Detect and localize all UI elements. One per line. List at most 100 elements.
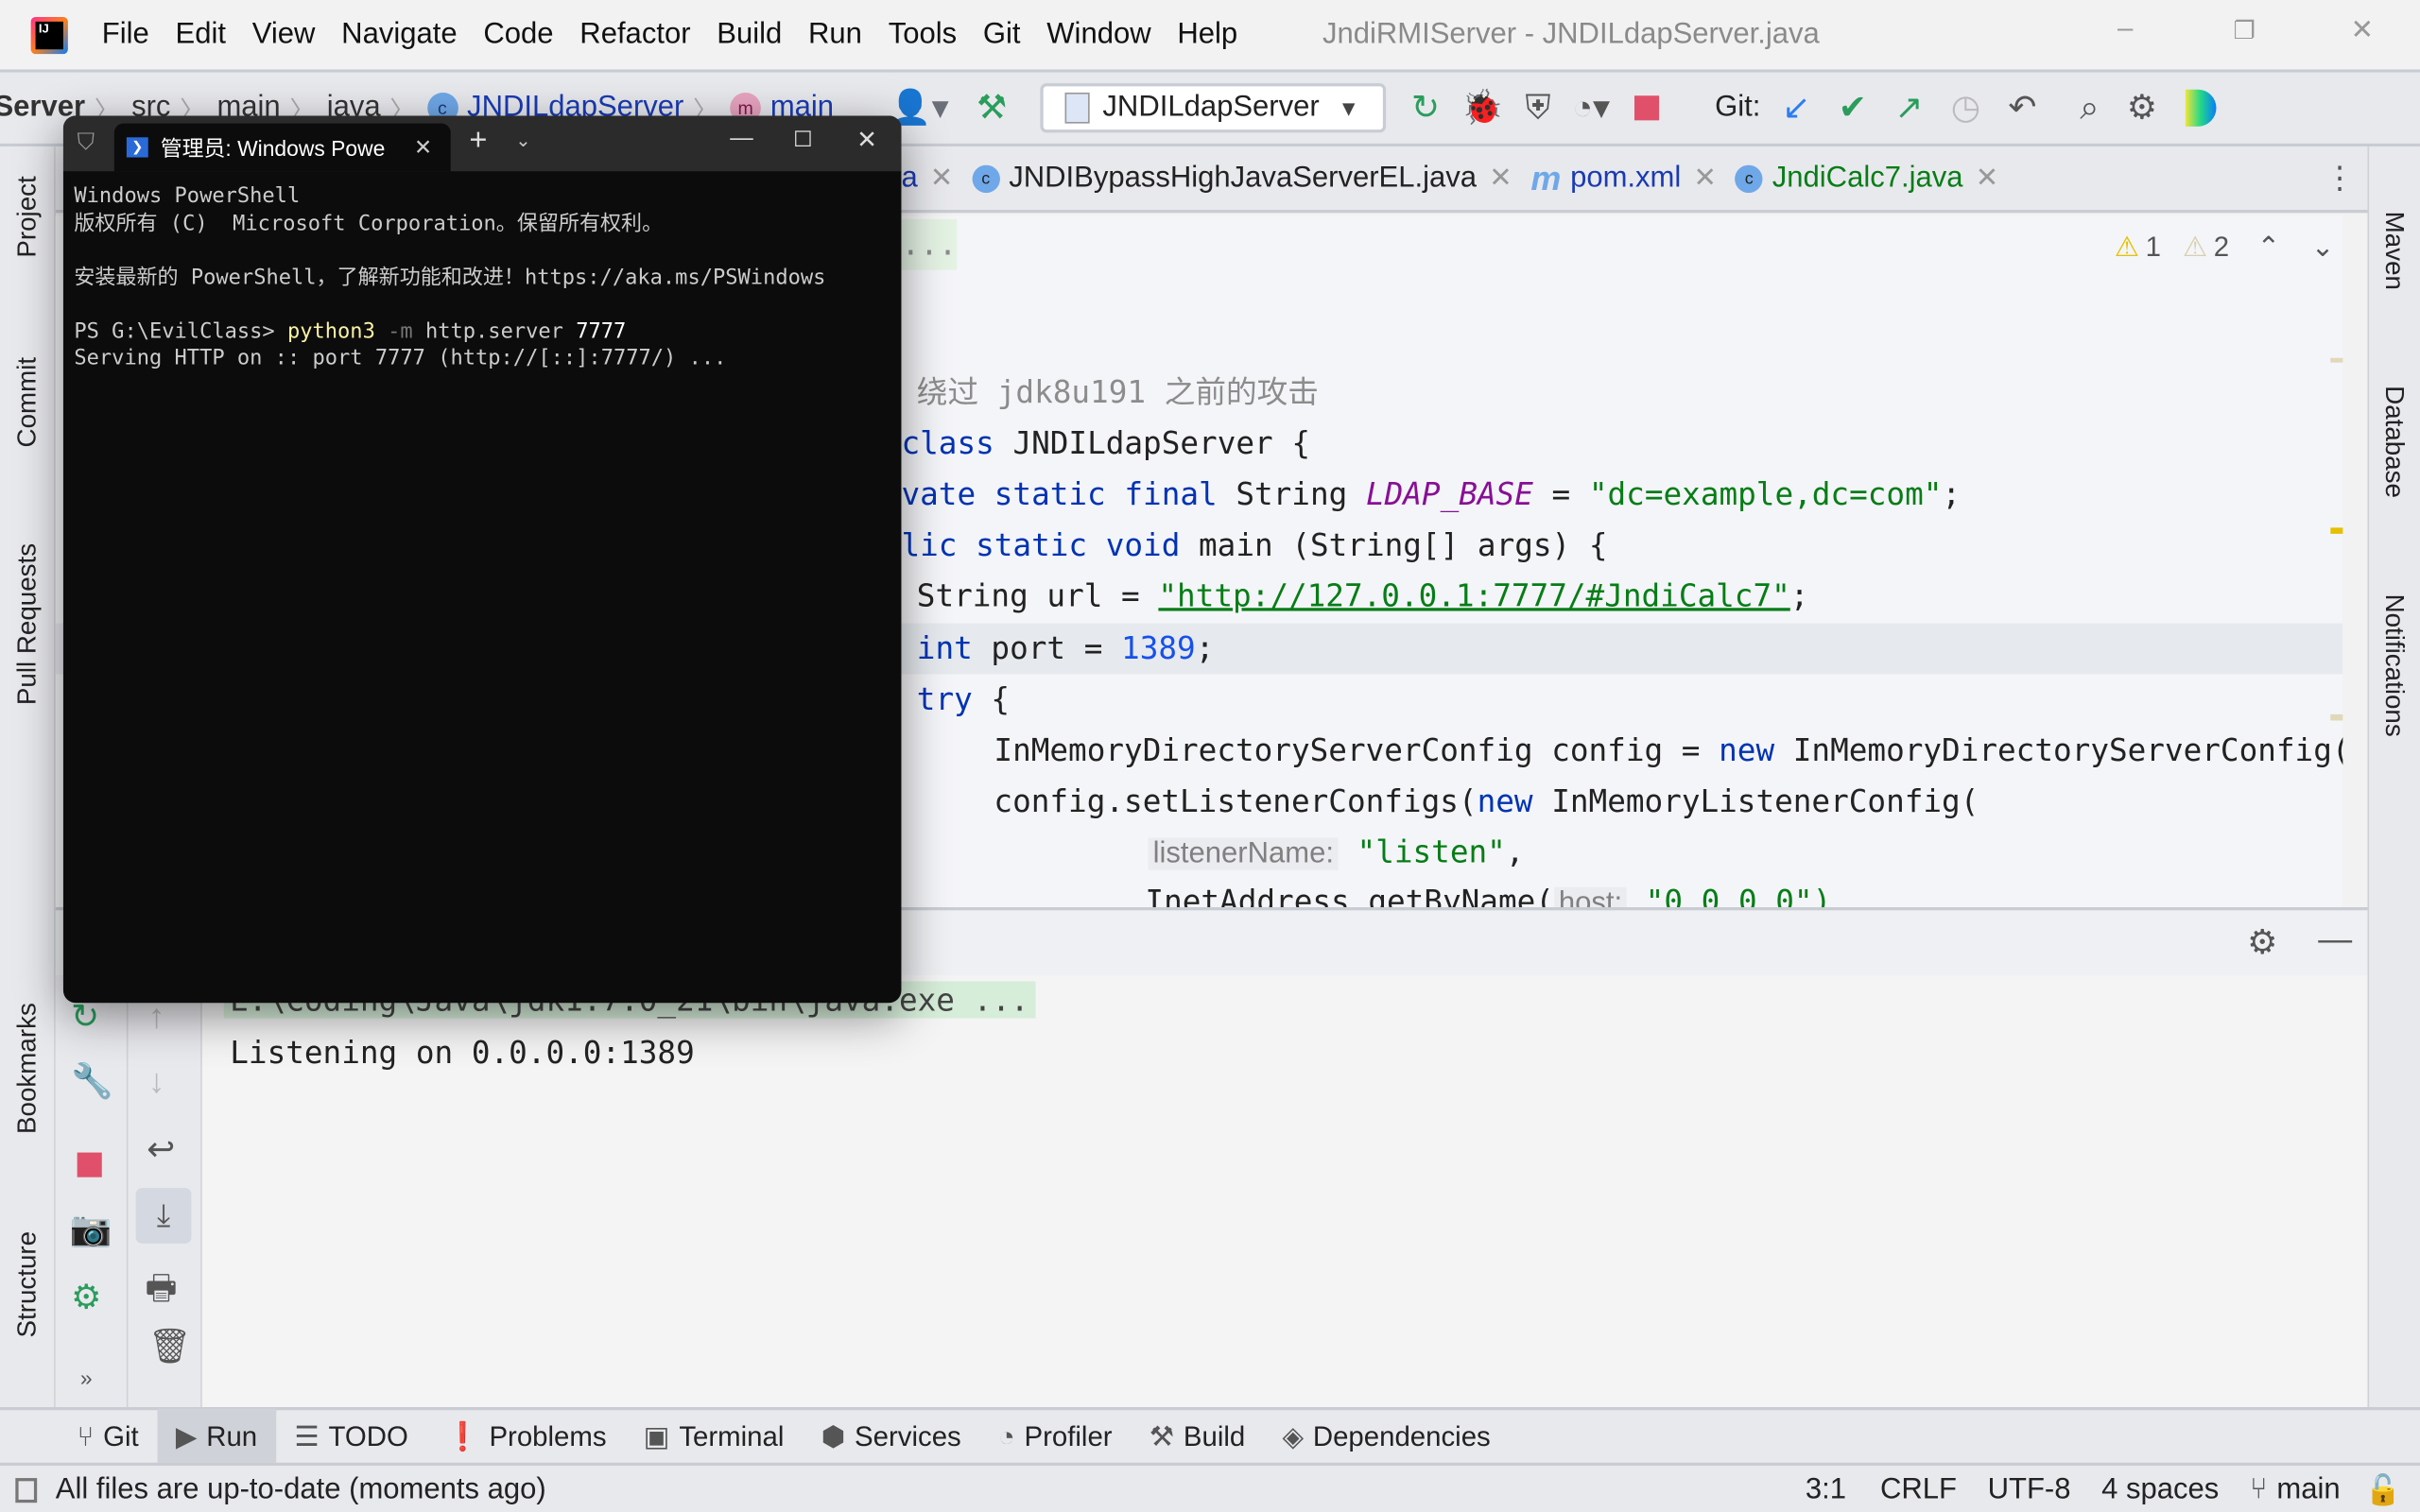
status-message[interactable]: All files are up-to-date (moments ago) xyxy=(56,1473,546,1507)
tab-terminal[interactable]: ▣ Terminal xyxy=(625,1409,803,1465)
search-icon[interactable]: ⌕ xyxy=(2080,88,2099,128)
caret-position[interactable]: 3:1 xyxy=(1806,1473,1846,1507)
prev-highlight-icon[interactable]: ⌃ xyxy=(2256,232,2280,264)
minimize-button[interactable]: – xyxy=(2118,12,2133,44)
profile-icon[interactable]: ◔▾ xyxy=(1572,88,1610,128)
git-update-icon[interactable]: ↙ xyxy=(1782,88,1810,128)
tab-dependencies[interactable]: ◈ Dependencies xyxy=(1264,1409,1509,1465)
tab-services[interactable]: ⬢ Services xyxy=(803,1409,979,1465)
close-tab-icon[interactable]: ✕ xyxy=(930,162,954,194)
tab-jndicalc7[interactable]: c JndiCalc7.java ✕ xyxy=(1735,162,1999,196)
tab-git[interactable]: ⑂ Git xyxy=(59,1409,157,1465)
terminal-minimize-button[interactable]: — xyxy=(730,125,752,151)
git-branch[interactable]: main xyxy=(2276,1473,2340,1507)
settings-gear-icon[interactable]: ⚙ xyxy=(2127,88,2157,128)
run-settings-gear-icon[interactable]: ⚙ xyxy=(2247,922,2277,962)
code-line: try { xyxy=(916,679,1011,718)
menu-tools[interactable]: Tools xyxy=(889,18,957,52)
tool-notifications[interactable]: Notifications xyxy=(2378,594,2410,737)
tab-partial[interactable]: a ✕ xyxy=(901,162,953,196)
powershell-window[interactable]: ⛉ ❯ 管理员: Windows Powe ✕ + ⌄ — ☐ ✕ Window… xyxy=(62,115,902,1004)
terminal-maximize-button[interactable]: ☐ xyxy=(793,127,813,153)
history-icon[interactable]: ◷ xyxy=(1951,88,1980,128)
terminal-command-line: PS G:\EvilClass> python3 -m http.server … xyxy=(74,318,627,344)
tab-jndibypass[interactable]: c JNDIBypassHighJavaServerEL.java ✕ xyxy=(972,162,1512,196)
build-hammer-icon[interactable]: ⚒ xyxy=(977,88,1007,128)
menu-window[interactable]: Window xyxy=(1046,18,1150,52)
code-with-me-icon[interactable] xyxy=(2185,89,2217,127)
run-console[interactable]: E:\Coding\Java\jdk1.7.0_21\bin\java.exe … xyxy=(201,974,2368,1407)
terminal-close-button[interactable]: ✕ xyxy=(856,125,877,156)
tab-profiler[interactable]: ◔ Profiler xyxy=(979,1409,1131,1465)
git-commit-icon[interactable]: ✔ xyxy=(1839,88,1867,128)
tab-todo[interactable]: ☰ TODO xyxy=(276,1409,427,1465)
next-highlight-icon[interactable]: ⌄ xyxy=(2311,232,2335,264)
close-button[interactable]: ✕ xyxy=(2351,14,2375,46)
down-arrow-icon[interactable]: ↓ xyxy=(148,1061,165,1101)
restore-button[interactable]: ❐ xyxy=(2233,15,2255,46)
tool-structure[interactable]: Structure xyxy=(12,1231,43,1338)
stop-icon[interactable] xyxy=(1634,95,1660,121)
stop-icon[interactable] xyxy=(77,1152,102,1177)
terminal-tab[interactable]: ❯ 管理员: Windows Powe ✕ xyxy=(113,123,451,172)
new-tab-icon[interactable]: + xyxy=(469,124,487,160)
menu-navigate[interactable]: Navigate xyxy=(341,18,457,52)
hide-panel-icon[interactable]: — xyxy=(2318,919,2352,959)
tab-run[interactable]: ▶ Run xyxy=(157,1408,276,1465)
camera-icon[interactable]: 📷 xyxy=(69,1210,112,1249)
run-config-select[interactable]: JNDILdapServer ▼ xyxy=(1041,83,1387,133)
more-tabs-icon[interactable]: ⋮ xyxy=(2325,159,2356,198)
menu-edit[interactable]: Edit xyxy=(176,18,226,52)
menu-git[interactable]: Git xyxy=(983,18,1021,52)
print-icon[interactable]: 🖶 xyxy=(145,1263,177,1321)
terminal-icon: ▣ xyxy=(643,1419,670,1452)
weak-warning-icon: ⚠ xyxy=(2182,231,2208,263)
status-toggle-icon[interactable] xyxy=(15,1478,38,1503)
class-icon: c xyxy=(1735,163,1763,193)
more-icon[interactable]: » xyxy=(80,1366,93,1390)
menu-run[interactable]: Run xyxy=(808,18,862,52)
trash-icon[interactable]: 🗑 xyxy=(148,1327,192,1366)
tab-build[interactable]: ⚒ Build xyxy=(1131,1409,1264,1465)
menu-refactor[interactable]: Refactor xyxy=(579,18,690,52)
line-separator[interactable]: CRLF xyxy=(1880,1473,1957,1507)
tool-pull-requests[interactable]: Pull Requests xyxy=(12,543,43,705)
console-output: Listening on 0.0.0.0:1389 xyxy=(230,1033,695,1072)
rerun-icon[interactable]: ↻ xyxy=(1411,88,1440,128)
tab-dropdown-icon[interactable]: ⌄ xyxy=(515,129,530,151)
tool-bookmarks[interactable]: Bookmarks xyxy=(12,1003,43,1134)
edit-config-wrench-icon[interactable]: 🔧 xyxy=(71,1061,113,1101)
close-tab-icon[interactable]: ✕ xyxy=(1489,162,1512,194)
debugger-attach-icon[interactable]: ⚙ xyxy=(71,1278,101,1317)
lock-icon[interactable]: 🔓 xyxy=(2365,1472,2402,1509)
coverage-icon[interactable]: ⛨ xyxy=(1526,88,1551,128)
menu-help[interactable]: Help xyxy=(1177,18,1237,52)
window-title: JndiRMIServer - JNDILdapServer.java xyxy=(1322,17,1820,51)
tool-project[interactable]: Project xyxy=(12,176,43,257)
tool-commit[interactable]: Commit xyxy=(12,357,43,448)
code-line: config.setListenerConfigs(new InMemoryLi… xyxy=(994,782,1979,819)
inspection-widget[interactable]: ⚠ 1 ⚠ 2 ⌃ ⌄ xyxy=(2115,232,2335,264)
tool-database[interactable]: Database xyxy=(2378,386,2410,498)
menu-build[interactable]: Build xyxy=(717,18,782,52)
file-encoding[interactable]: UTF-8 xyxy=(1988,1473,2071,1507)
menu-file[interactable]: File xyxy=(102,18,149,52)
menu-code[interactable]: Code xyxy=(483,18,553,52)
menu-view[interactable]: View xyxy=(252,18,316,52)
debug-icon[interactable]: 🐞 xyxy=(1461,88,1504,128)
git-push-icon[interactable]: ↗ xyxy=(1894,88,1923,128)
folded-code[interactable]: ... xyxy=(901,218,958,270)
scroll-to-end-toggle[interactable]: ⤓ xyxy=(135,1188,192,1244)
soft-wrap-icon[interactable]: ↩ xyxy=(147,1129,175,1169)
close-tab-icon[interactable]: ✕ xyxy=(414,134,432,161)
tool-maven[interactable]: Maven xyxy=(2378,212,2410,290)
tab-problems[interactable]: ❗ Problems xyxy=(426,1409,625,1465)
terminal-output[interactable]: Windows PowerShell 版权所有 (C) Microsoft Cor… xyxy=(63,171,902,385)
close-tab-icon[interactable]: ✕ xyxy=(1693,162,1717,194)
rollback-icon[interactable]: ↶ xyxy=(2008,88,2036,128)
indent-setting[interactable]: 4 spaces xyxy=(2101,1473,2219,1507)
tab-pom[interactable]: m pom.xml ✕ xyxy=(1530,158,1717,198)
intellij-logo: IJ xyxy=(30,16,68,54)
close-tab-icon[interactable]: ✕ xyxy=(1976,162,1999,194)
